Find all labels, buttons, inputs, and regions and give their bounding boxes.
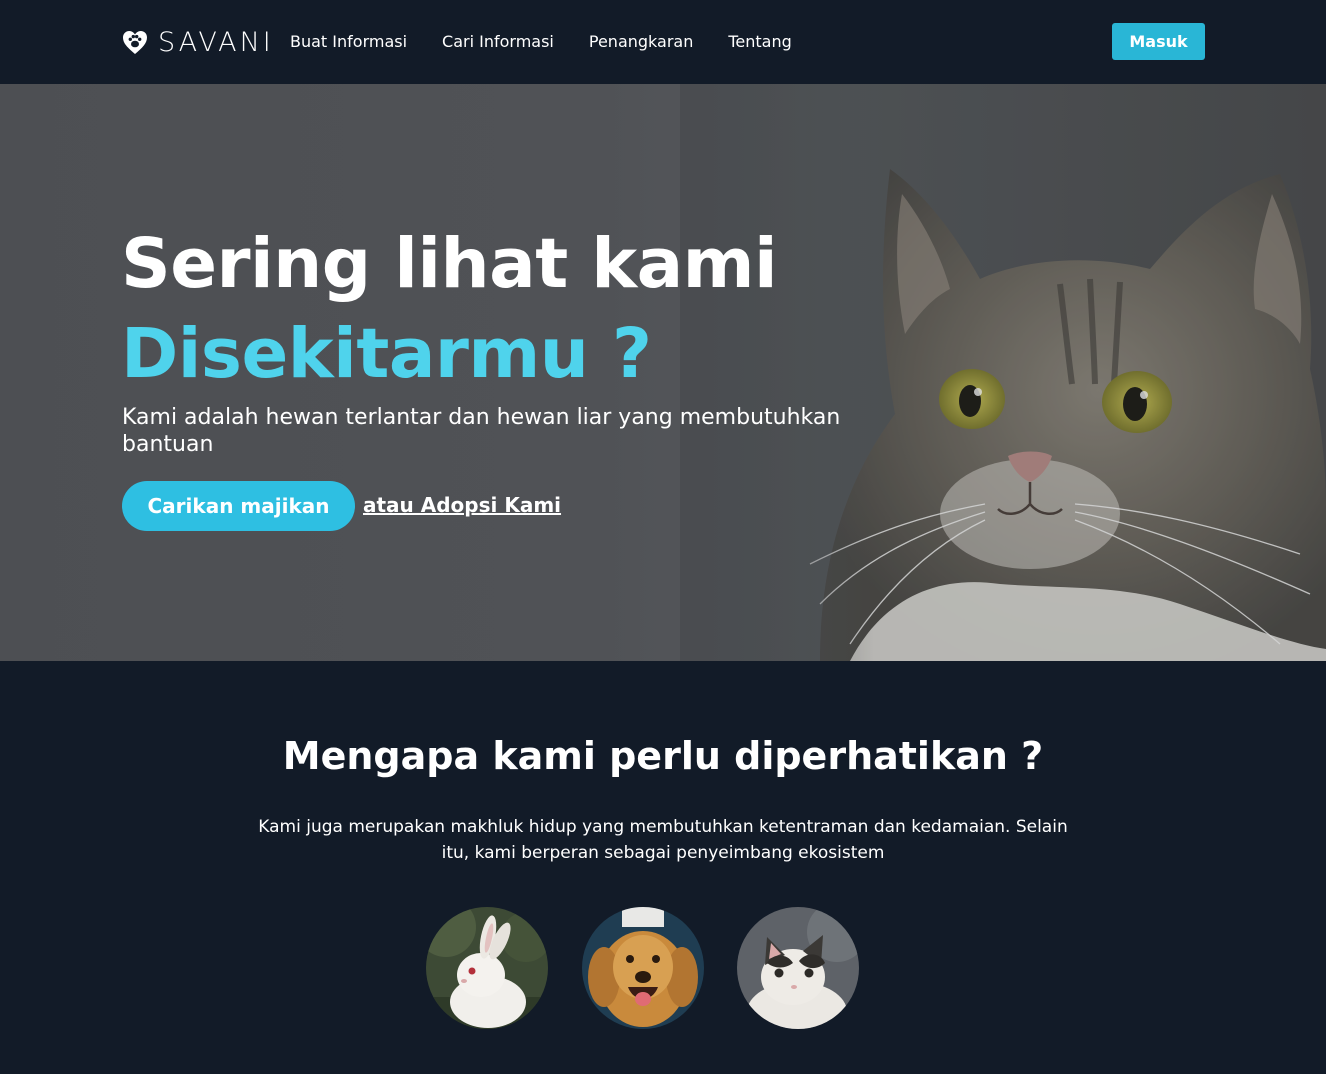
nav-link-penangkaran[interactable]: Penangkaran	[589, 30, 693, 54]
hero-description: Kami adalah hewan terlantar dan hewan li…	[122, 405, 841, 457]
paw-heart-icon	[123, 31, 147, 54]
kitten-photo	[737, 907, 859, 1029]
nav-link-tentang[interactable]: Tentang	[728, 30, 791, 54]
find-owner-button[interactable]: Carikan majikan	[122, 481, 355, 531]
section-title: Mengapa kami perlu diperhatikan ?	[282, 734, 1044, 778]
nav-link-buat-informasi[interactable]: Buat Informasi	[290, 30, 407, 54]
login-button[interactable]: Masuk	[1112, 23, 1205, 60]
cat-photo	[680, 84, 1326, 661]
animal-gallery	[426, 907, 860, 1029]
navbar: SAVANI Buat Informasi Cari Informasi Pen…	[0, 0, 1326, 84]
brand-logo[interactable]: SAVANI	[120, 26, 274, 58]
nav-menu: Buat Informasi Cari Informasi Penangkara…	[290, 30, 792, 54]
adopt-link[interactable]: atau Adopsi Kami	[363, 490, 561, 520]
section-description: Kami juga merupakan makhluk hidup yang m…	[258, 817, 1068, 863]
nav-link-cari-informasi[interactable]: Cari Informasi	[442, 30, 554, 54]
rabbit-photo	[426, 907, 548, 1029]
hero-section: Sering lihat kami Disekitarmu ? Kami ada…	[0, 84, 1326, 661]
hero-accent-title: Disekitarmu ?	[121, 314, 652, 394]
brand-name: SAVANI	[158, 26, 274, 58]
dog-photo	[582, 907, 704, 1029]
hero-title: Sering lihat kami	[121, 224, 778, 304]
